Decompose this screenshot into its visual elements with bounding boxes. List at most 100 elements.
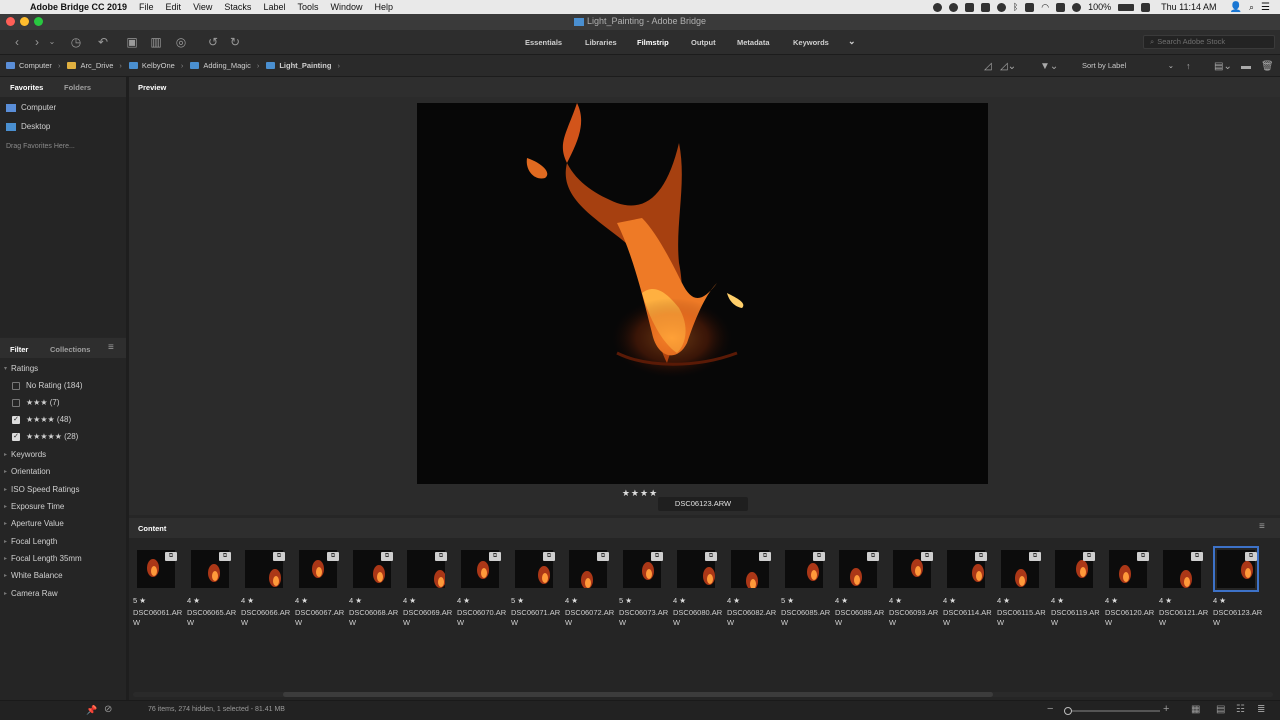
filmstrip-thumbnail[interactable]: ⧉ 4 ★ DSC06068.ARW bbox=[349, 550, 399, 630]
rotate-left-icon[interactable]: ↺ bbox=[206, 34, 220, 50]
menu-window[interactable]: Window bbox=[330, 2, 362, 12]
thumbnail-rating[interactable]: 4 ★ bbox=[1159, 596, 1172, 605]
spotlight-icon[interactable]: ⌕ bbox=[1249, 2, 1254, 13]
workspace-filmstrip[interactable]: Filmstrip bbox=[637, 38, 669, 47]
breadcrumb-light-painting[interactable]: Light_Painting › bbox=[266, 61, 340, 70]
rating-row-3-stars[interactable]: ★★★ (7) bbox=[12, 398, 60, 407]
checkbox-checked[interactable]: ✓ bbox=[12, 432, 20, 441]
thumbnail-rating[interactable]: 4 ★ bbox=[403, 596, 416, 605]
filmstrip-thumbnail[interactable]: ⧉ 4 ★ DSC06089.ARW bbox=[835, 550, 885, 630]
checkbox[interactable] bbox=[12, 381, 20, 390]
menu-label[interactable]: Label bbox=[263, 2, 285, 12]
filter-icon[interactable]: ▼⌄ bbox=[1040, 55, 1058, 77]
filmstrip-thumbnail[interactable]: ⧉ 5 ★ DSC06071.ARW bbox=[511, 550, 561, 630]
thumbnail-rating[interactable]: 4 ★ bbox=[349, 596, 362, 605]
open-in-camera-raw-icon[interactable]: ◎ bbox=[174, 34, 188, 50]
new-folder-icon[interactable]: ▬ bbox=[1241, 55, 1251, 77]
filmstrip-thumbnail[interactable]: ⧉ 4 ★ DSC06070.ARW bbox=[457, 550, 507, 630]
filter-focal-length-35[interactable]: ▸ Focal Length 35mm bbox=[4, 554, 82, 563]
tab-collections[interactable]: Collections bbox=[50, 345, 90, 354]
filmstrip-thumbnail[interactable]: ⧉ 4 ★ DSC06115.ARW bbox=[997, 550, 1047, 630]
clock[interactable]: Thu 11:14 AM bbox=[1161, 2, 1216, 12]
filmstrip-thumbnail[interactable]: ⧉ 4 ★ DSC06066.ARW bbox=[241, 550, 291, 630]
thumbnail-rating[interactable]: 4 ★ bbox=[241, 596, 254, 605]
sort-select[interactable]: Sort by Label ⌄ bbox=[1078, 59, 1180, 73]
filter-orientation[interactable]: ▸ Orientation bbox=[4, 467, 50, 476]
thumbnail-rating[interactable]: 4 ★ bbox=[565, 596, 578, 605]
battery-level[interactable]: 100% bbox=[1088, 2, 1111, 12]
thumbnail-rating[interactable]: 4 ★ bbox=[835, 596, 848, 605]
list-view-icon[interactable]: ≣ bbox=[1257, 704, 1265, 715]
back-icon[interactable]: ‹ bbox=[10, 34, 24, 50]
thumbnail-rating[interactable]: 4 ★ bbox=[997, 596, 1010, 605]
forward-icon[interactable]: › bbox=[30, 34, 44, 50]
menu-view[interactable]: View bbox=[193, 2, 212, 12]
filter-camera-raw[interactable]: ▸ Camera Raw bbox=[4, 589, 58, 598]
creative-cloud-icon[interactable] bbox=[932, 2, 942, 12]
menu-stacks[interactable]: Stacks bbox=[224, 2, 251, 12]
user-icon[interactable]: 👤 bbox=[1230, 2, 1242, 13]
menu-help[interactable]: Help bbox=[375, 2, 394, 12]
thumbnail-rating[interactable]: 4 ★ bbox=[1213, 596, 1226, 605]
thumbnail-rating[interactable]: 4 ★ bbox=[295, 596, 308, 605]
filmstrip-thumbnail[interactable]: ⧉ 4 ★ DSC06080.ARW bbox=[673, 550, 723, 630]
rating-filter-icon[interactable]: ◿⌄ bbox=[1000, 55, 1016, 77]
workspace-menu-chevron-icon[interactable]: ⌄ bbox=[848, 36, 856, 47]
filmstrip-scrollbar[interactable] bbox=[133, 692, 1273, 697]
refine-icon[interactable]: ▥ bbox=[146, 34, 166, 50]
adobe-icon[interactable] bbox=[980, 2, 990, 12]
thumbnail-rating[interactable]: 4 ★ bbox=[727, 596, 740, 605]
notification-center-icon[interactable]: ☰ bbox=[1261, 2, 1270, 13]
get-photos-icon[interactable]: ▣ bbox=[124, 34, 140, 50]
thumbnail-rating[interactable]: 4 ★ bbox=[187, 596, 200, 605]
tab-preview[interactable]: Preview bbox=[138, 83, 166, 92]
details-view-icon[interactable]: ☷ bbox=[1236, 704, 1245, 715]
workspace-libraries[interactable]: Libraries bbox=[585, 38, 617, 47]
rotate-right-icon[interactable]: ↻ bbox=[228, 34, 242, 50]
rating-row-5-stars[interactable]: ✓ ★★★★★ (28) bbox=[12, 432, 78, 441]
filmstrip-thumbnail[interactable]: ⧉ 4 ★ DSC06072.ARW bbox=[565, 550, 615, 630]
thumbnail-rating[interactable]: 4 ★ bbox=[1105, 596, 1118, 605]
preview-image[interactable] bbox=[417, 103, 988, 484]
upload-icon[interactable] bbox=[964, 2, 974, 12]
thumbnail-rating[interactable]: 5 ★ bbox=[781, 596, 794, 605]
checkbox-checked[interactable]: ✓ bbox=[12, 415, 20, 424]
favorite-desktop[interactable]: Desktop bbox=[6, 122, 50, 131]
thumbnail-rating[interactable]: 4 ★ bbox=[457, 596, 470, 605]
filmstrip-thumbnail[interactable]: ⧉ 4 ★ DSC06069.ARW bbox=[403, 550, 453, 630]
filter-white-balance[interactable]: ▸ White Balance bbox=[4, 571, 63, 580]
flag-icon[interactable] bbox=[1141, 2, 1151, 12]
sync-icon[interactable] bbox=[948, 2, 958, 12]
thumbnail-rating[interactable]: 5 ★ bbox=[619, 596, 632, 605]
search-input[interactable]: ⌕ Search Adobe Stock bbox=[1143, 35, 1275, 49]
scrollbar-thumb[interactable] bbox=[283, 692, 993, 697]
panel-menu-icon[interactable]: ≡ bbox=[108, 342, 114, 353]
thumbnail-rating[interactable]: 4 ★ bbox=[1051, 596, 1064, 605]
airplay-icon[interactable] bbox=[1056, 2, 1066, 12]
zoom-out-icon[interactable]: − bbox=[1047, 703, 1053, 715]
pin-icon[interactable]: 📌 bbox=[86, 705, 97, 716]
grid-view-icon[interactable]: ▦ bbox=[1191, 704, 1200, 715]
panel-menu-icon[interactable]: ≡ bbox=[1259, 521, 1265, 532]
menu-file[interactable]: File bbox=[139, 2, 154, 12]
slider-handle[interactable] bbox=[1064, 707, 1072, 715]
thumbnail-rating[interactable]: 5 ★ bbox=[511, 596, 524, 605]
display-icon[interactable] bbox=[1025, 2, 1035, 12]
breadcrumb-adding-magic[interactable]: Adding_Magic › bbox=[190, 61, 259, 70]
filter-aperture[interactable]: ▸ Aperture Value bbox=[4, 519, 64, 528]
breadcrumb-computer[interactable]: Computer › bbox=[6, 61, 60, 70]
menu-edit[interactable]: Edit bbox=[166, 2, 182, 12]
tab-content[interactable]: Content bbox=[138, 524, 166, 533]
checkbox[interactable] bbox=[12, 398, 20, 407]
filmstrip-thumbnail[interactable]: ⧉ 5 ★ DSC06061.ARW bbox=[133, 550, 183, 630]
recent-files-icon[interactable]: ◷ bbox=[66, 34, 86, 50]
filmstrip-thumbnail[interactable]: ⧉ 4 ★ DSC06093.ARW bbox=[889, 550, 939, 630]
trash-icon[interactable]: 🗑 bbox=[1261, 55, 1274, 77]
filmstrip-thumbnail[interactable]: ⧉ 4 ★ DSC06123.ARW bbox=[1213, 546, 1263, 630]
filmstrip-thumbnail[interactable]: ⧉ 5 ★ DSC06073.ARW bbox=[619, 550, 669, 630]
volume-icon[interactable] bbox=[1072, 2, 1082, 12]
filter-keywords[interactable]: ▸ Keywords bbox=[4, 450, 46, 459]
filmstrip-thumbnail[interactable]: ⧉ 4 ★ DSC06114.ARW bbox=[943, 550, 993, 630]
tab-filter[interactable]: Filter bbox=[10, 345, 28, 354]
sort-ascending-icon[interactable]: ↑ bbox=[1186, 55, 1191, 77]
